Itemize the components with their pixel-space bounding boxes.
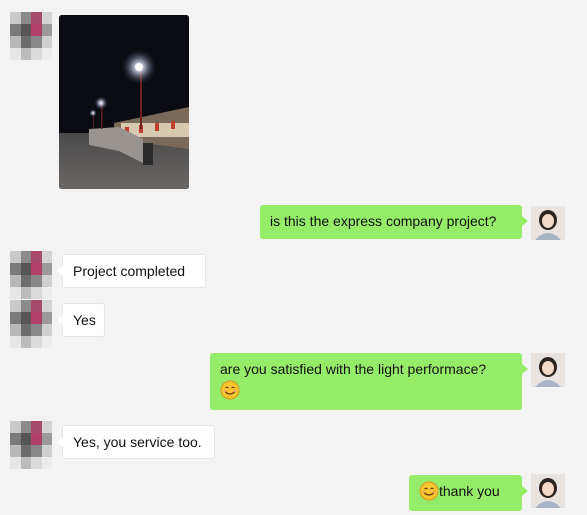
smile-emoji-icon — [220, 380, 240, 400]
user-avatar[interactable] — [531, 206, 565, 240]
contact-avatar[interactable] — [10, 251, 52, 299]
message-bubble-outgoing[interactable]: thank you — [409, 475, 528, 511]
user-avatar[interactable] — [531, 353, 565, 387]
message-text: Project completed — [73, 263, 186, 279]
message-text: thank you — [439, 483, 500, 499]
contact-avatar[interactable] — [10, 12, 52, 60]
smile-emoji-icon — [419, 481, 439, 501]
message-text: Yes — [73, 312, 96, 328]
user-portrait-icon — [531, 474, 565, 508]
user-portrait-icon — [531, 353, 565, 387]
user-avatar[interactable] — [531, 474, 565, 508]
night-street-light-image — [59, 15, 189, 189]
message-text: is this the express company project? — [270, 213, 497, 229]
message-bubble-outgoing[interactable]: are you satisfied with the light perform… — [210, 353, 528, 410]
contact-avatar[interactable] — [10, 421, 52, 469]
message-bubble-incoming[interactable]: Yes — [57, 303, 105, 337]
message-text: are you satisfied with the light perform… — [220, 361, 487, 377]
user-portrait-icon — [531, 206, 565, 240]
message-bubble-incoming[interactable]: Yes, you service too. — [57, 425, 215, 459]
message-bubble-outgoing[interactable]: is this the express company project? — [260, 205, 528, 239]
contact-avatar[interactable] — [10, 300, 52, 348]
chat-window: is this the express company project? Pro… — [0, 0, 587, 515]
shared-photo[interactable] — [59, 15, 189, 189]
message-bubble-incoming[interactable]: Project completed — [57, 254, 206, 288]
message-text: Yes, you service too. — [73, 434, 202, 450]
